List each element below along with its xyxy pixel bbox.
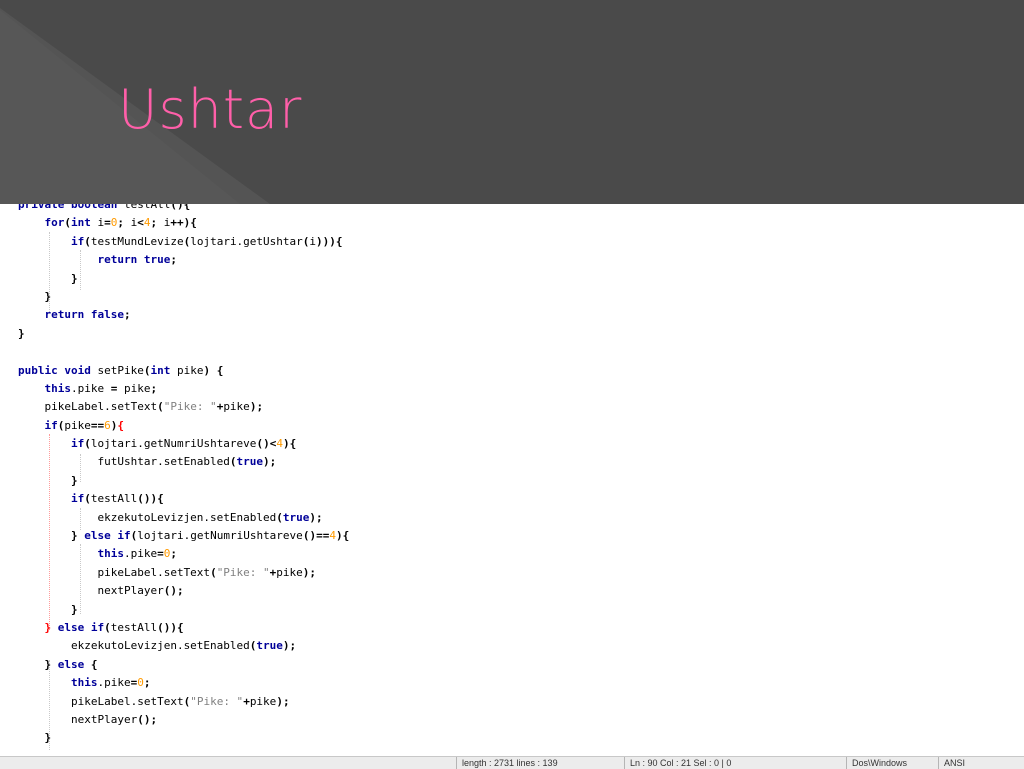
code-line[interactable]: futUshtar.setEnabled(true); bbox=[18, 453, 349, 471]
code-line[interactable]: } else { bbox=[18, 656, 349, 674]
status-encoding: ANSI bbox=[944, 758, 966, 768]
status-length: length : 2731 lines : 139 bbox=[462, 758, 558, 768]
code-line[interactable]: } bbox=[18, 325, 349, 343]
code-line[interactable]: if(pike==6){ bbox=[0, 416, 1024, 436]
code-line[interactable]: } else if(testAll()){ bbox=[18, 619, 349, 637]
status-eol: Dos\Windows bbox=[852, 758, 908, 768]
code-listing: private boolean testAll(){ for(int i=0; … bbox=[0, 204, 1024, 748]
code-line[interactable]: } else if(lojtari.getNumriUshtareve()==4… bbox=[18, 527, 349, 545]
code-line[interactable]: } bbox=[18, 270, 349, 288]
code-line[interactable]: for(int i=0; i<4; i++){ bbox=[18, 214, 349, 232]
code-line[interactable]: pikeLabel.setText("Pike: "+pike); bbox=[18, 693, 349, 711]
code-line[interactable]: } bbox=[18, 601, 349, 619]
status-position: Ln : 90 Col : 21 Sel : 0 | 0 bbox=[630, 758, 732, 768]
code-line[interactable] bbox=[18, 343, 349, 361]
code-line[interactable]: public void setPike(int pike) { bbox=[18, 362, 349, 380]
code-line[interactable]: this.pike=0; bbox=[18, 545, 349, 563]
code-line[interactable]: if(lojtari.getNumriUshtareve()<4){ bbox=[18, 435, 349, 453]
slide-title: Ushtar bbox=[118, 78, 303, 141]
code-line[interactable]: nextPlayer(); bbox=[18, 711, 349, 729]
code-line[interactable]: if(testMundLevize(lojtari.getUshtar(i)))… bbox=[18, 233, 349, 251]
code-line[interactable]: this.pike=0; bbox=[18, 674, 349, 692]
code-line[interactable]: } bbox=[18, 472, 349, 490]
code-line[interactable]: nextPlayer(); bbox=[18, 582, 349, 600]
code-line[interactable]: this.pike = pike; bbox=[18, 380, 349, 398]
code-editor[interactable]: private boolean testAll(){ for(int i=0; … bbox=[0, 204, 1024, 758]
code-line[interactable]: ekzekutoLevizjen.setEnabled(true); bbox=[18, 509, 349, 527]
code-line[interactable]: pikeLabel.setText("Pike: "+pike); bbox=[18, 564, 349, 582]
code-line[interactable]: pikeLabel.setText("Pike: "+pike); bbox=[18, 398, 349, 416]
code-line[interactable]: return false; bbox=[18, 306, 349, 324]
code-line[interactable]: } bbox=[18, 288, 349, 306]
code-line[interactable]: } bbox=[18, 729, 349, 747]
code-line[interactable]: ekzekutoLevizjen.setEnabled(true); bbox=[18, 637, 349, 655]
slide-header: Ushtar bbox=[0, 0, 1024, 204]
code-line[interactable]: private boolean testAll(){ bbox=[18, 204, 349, 214]
status-bar: length : 2731 lines : 139 Ln : 90 Col : … bbox=[0, 756, 1024, 769]
code-line[interactable]: return true; bbox=[18, 251, 349, 269]
code-line[interactable]: if(testAll()){ bbox=[18, 490, 349, 508]
